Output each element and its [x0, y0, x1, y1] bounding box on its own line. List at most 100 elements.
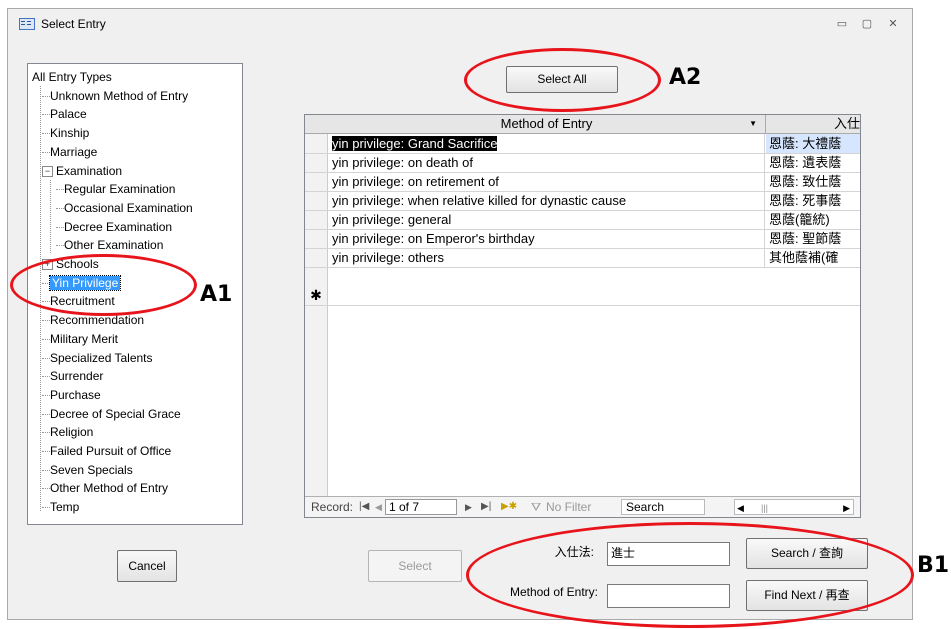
column-header-method[interactable]: Method of Entry ▼	[328, 115, 766, 133]
tree-item[interactable]: Decree of Special Grace	[42, 405, 181, 423]
annotation-label-b1: B1	[917, 553, 950, 578]
first-record-icon[interactable]: |◀	[359, 499, 369, 515]
table-row[interactable]: yin privilege: on retirement of 恩蔭: 致仕蔭	[305, 172, 860, 192]
tree-item[interactable]: Palace	[42, 105, 87, 123]
tree-item[interactable]: Temp	[42, 498, 79, 516]
tree-item-label: Kinship	[50, 126, 90, 141]
method-of-entry-datasheet[interactable]: Method of Entry ▼ 入仕 yin privilege: Gran…	[304, 114, 861, 518]
scroll-thumb[interactable]: |||	[761, 500, 768, 516]
tree-item[interactable]: Specialized Talents	[42, 349, 153, 367]
record-navigation-bar: Record: |◀ ◀ 1 of 7 ▶ ▶| ▶✱ ⛛ No Filter …	[305, 496, 860, 517]
method-of-entry-text: yin privilege: when relative killed for …	[332, 193, 627, 208]
next-record-icon[interactable]: ▶	[465, 499, 472, 515]
tree-connector	[42, 451, 50, 452]
tree-connector	[42, 413, 50, 415]
column-header-method-label: Method of Entry	[500, 116, 593, 131]
chinese-entry-cell[interactable]: 恩蔭: 大禮蔭	[766, 134, 860, 153]
column-sort-dropdown-icon[interactable]: ▼	[749, 115, 757, 133]
tree-item-label: Other Examination	[64, 238, 164, 253]
method-of-entry-text: yin privilege: others	[332, 250, 444, 265]
tree-connector	[42, 469, 50, 471]
method-of-entry-text: yin privilege: general	[332, 212, 452, 227]
method-of-entry-cell[interactable]: yin privilege: Grand Sacrifice	[328, 134, 765, 153]
tree-item[interactable]: Kinship	[42, 124, 90, 142]
tree-item[interactable]: Military Merit	[42, 330, 118, 348]
annotation-label-a1: A1	[200, 282, 233, 307]
maximize-icon[interactable]: ▢	[859, 17, 875, 31]
tree-item[interactable]: Other Examination	[56, 236, 164, 254]
method-of-entry-cell[interactable]: yin privilege: on death of	[328, 153, 765, 172]
table-row[interactable]: yin privilege: general 恩蔭(籠統)	[305, 210, 860, 230]
tree-item[interactable]: Decree Examination	[56, 218, 173, 236]
tree-item-label: Purchase	[50, 387, 101, 402]
table-row[interactable]: yin privilege: others 其他蔭補(確	[305, 248, 860, 268]
annotation-ellipse-a1	[10, 254, 197, 316]
table-row[interactable]: yin privilege: on Emperor's birthday 恩蔭: …	[305, 229, 860, 249]
new-record-icon[interactable]: ▶✱	[501, 499, 517, 515]
tree-connector	[42, 488, 50, 490]
no-filter-icon: ⛛	[531, 500, 542, 514]
tree-connector	[42, 376, 50, 378]
method-of-entry-cell[interactable]: yin privilege: general	[328, 210, 765, 229]
close-icon[interactable]: ✕	[885, 17, 901, 31]
tree-connector	[56, 189, 64, 191]
table-row[interactable]: yin privilege: Grand Sacrifice 恩蔭: 大禮蔭	[305, 134, 860, 154]
chinese-entry-cell[interactable]: 恩蔭: 聖節蔭	[766, 229, 860, 248]
tree-item-label: Other Method of Entry	[50, 481, 169, 496]
tree-item[interactable]: Seven Specials	[42, 461, 133, 479]
app-form-icon	[19, 18, 35, 30]
tree-connector	[56, 245, 64, 247]
scroll-left-icon[interactable]: ◀	[737, 500, 744, 516]
method-of-entry-text: yin privilege: Grand Sacrifice	[332, 136, 498, 151]
method-of-entry-cell[interactable]: yin privilege: on Emperor's birthday	[328, 229, 765, 248]
tree-connector	[42, 357, 50, 359]
chinese-entry-cell[interactable]: 恩蔭: 致仕蔭	[766, 172, 860, 191]
tree-item-label: Decree of Special Grace	[50, 406, 181, 421]
tree-connector	[42, 338, 50, 340]
method-of-entry-text: yin privilege: on retirement of	[332, 174, 499, 189]
tree-guide-line	[50, 180, 51, 253]
chinese-entry-cell[interactable]: 恩蔭(籠統)	[766, 210, 860, 229]
tree-item[interactable]: Religion	[42, 423, 94, 441]
method-of-entry-cell[interactable]: yin privilege: others	[328, 248, 765, 267]
tree-item[interactable]: Unknown Method of Entry	[42, 87, 188, 105]
tree-item[interactable]: All Entry Types	[32, 68, 112, 86]
table-row[interactable]: yin privilege: when relative killed for …	[305, 191, 860, 211]
chinese-entry-cell[interactable]: 其他蔭補(確	[766, 248, 860, 267]
minimize-icon[interactable]: ▭	[834, 17, 850, 31]
method-of-entry-cell[interactable]: yin privilege: when relative killed for …	[328, 191, 765, 210]
tree-item[interactable]: Marriage	[42, 143, 97, 161]
tree-item[interactable]: Surrender	[42, 367, 103, 385]
grid-search-box[interactable]: Search	[621, 499, 705, 515]
select-all-corner[interactable]	[305, 115, 327, 133]
tree-item[interactable]: Other Method of Entry	[42, 479, 169, 497]
no-filter-label[interactable]: No Filter	[546, 499, 591, 515]
horizontal-scrollbar[interactable]: ◀ ||| ▶	[734, 499, 854, 515]
collapse-minus-icon[interactable]: −	[42, 165, 53, 177]
select-button[interactable]: Select	[368, 550, 462, 582]
record-position-input[interactable]: 1 of 7	[385, 499, 457, 515]
tree-item[interactable]: Occasional Examination	[56, 199, 193, 217]
tree-item-label: Decree Examination	[64, 219, 173, 234]
tree-item[interactable]: − Examination	[42, 162, 122, 180]
tree-item[interactable]: Purchase	[42, 386, 101, 404]
tree-connector	[42, 320, 50, 322]
previous-record-icon[interactable]: ◀	[375, 499, 382, 515]
tree-connector	[42, 133, 50, 135]
tree-item-label: Religion	[50, 425, 94, 440]
tree-connector	[42, 151, 50, 153]
method-of-entry-cell[interactable]: yin privilege: on retirement of	[328, 172, 765, 191]
tree-connector	[42, 432, 50, 434]
cancel-button[interactable]: Cancel	[117, 550, 177, 582]
chinese-entry-cell[interactable]: 恩蔭: 死事蔭	[766, 191, 860, 210]
scroll-right-icon[interactable]: ▶	[843, 500, 850, 516]
tree-item[interactable]: Failed Pursuit of Office	[42, 442, 171, 460]
last-record-icon[interactable]: ▶|	[481, 499, 491, 515]
column-header-chinese[interactable]: 入仕	[766, 115, 860, 133]
table-row[interactable]: yin privilege: on death of 恩蔭: 遺表蔭	[305, 153, 860, 173]
tree-connector	[42, 507, 50, 509]
annotation-ellipse-b1	[466, 522, 914, 628]
chinese-entry-cell[interactable]: 恩蔭: 遺表蔭	[766, 153, 860, 172]
tree-item[interactable]: Regular Examination	[56, 180, 175, 198]
new-record-row[interactable]: ✱	[305, 286, 860, 306]
